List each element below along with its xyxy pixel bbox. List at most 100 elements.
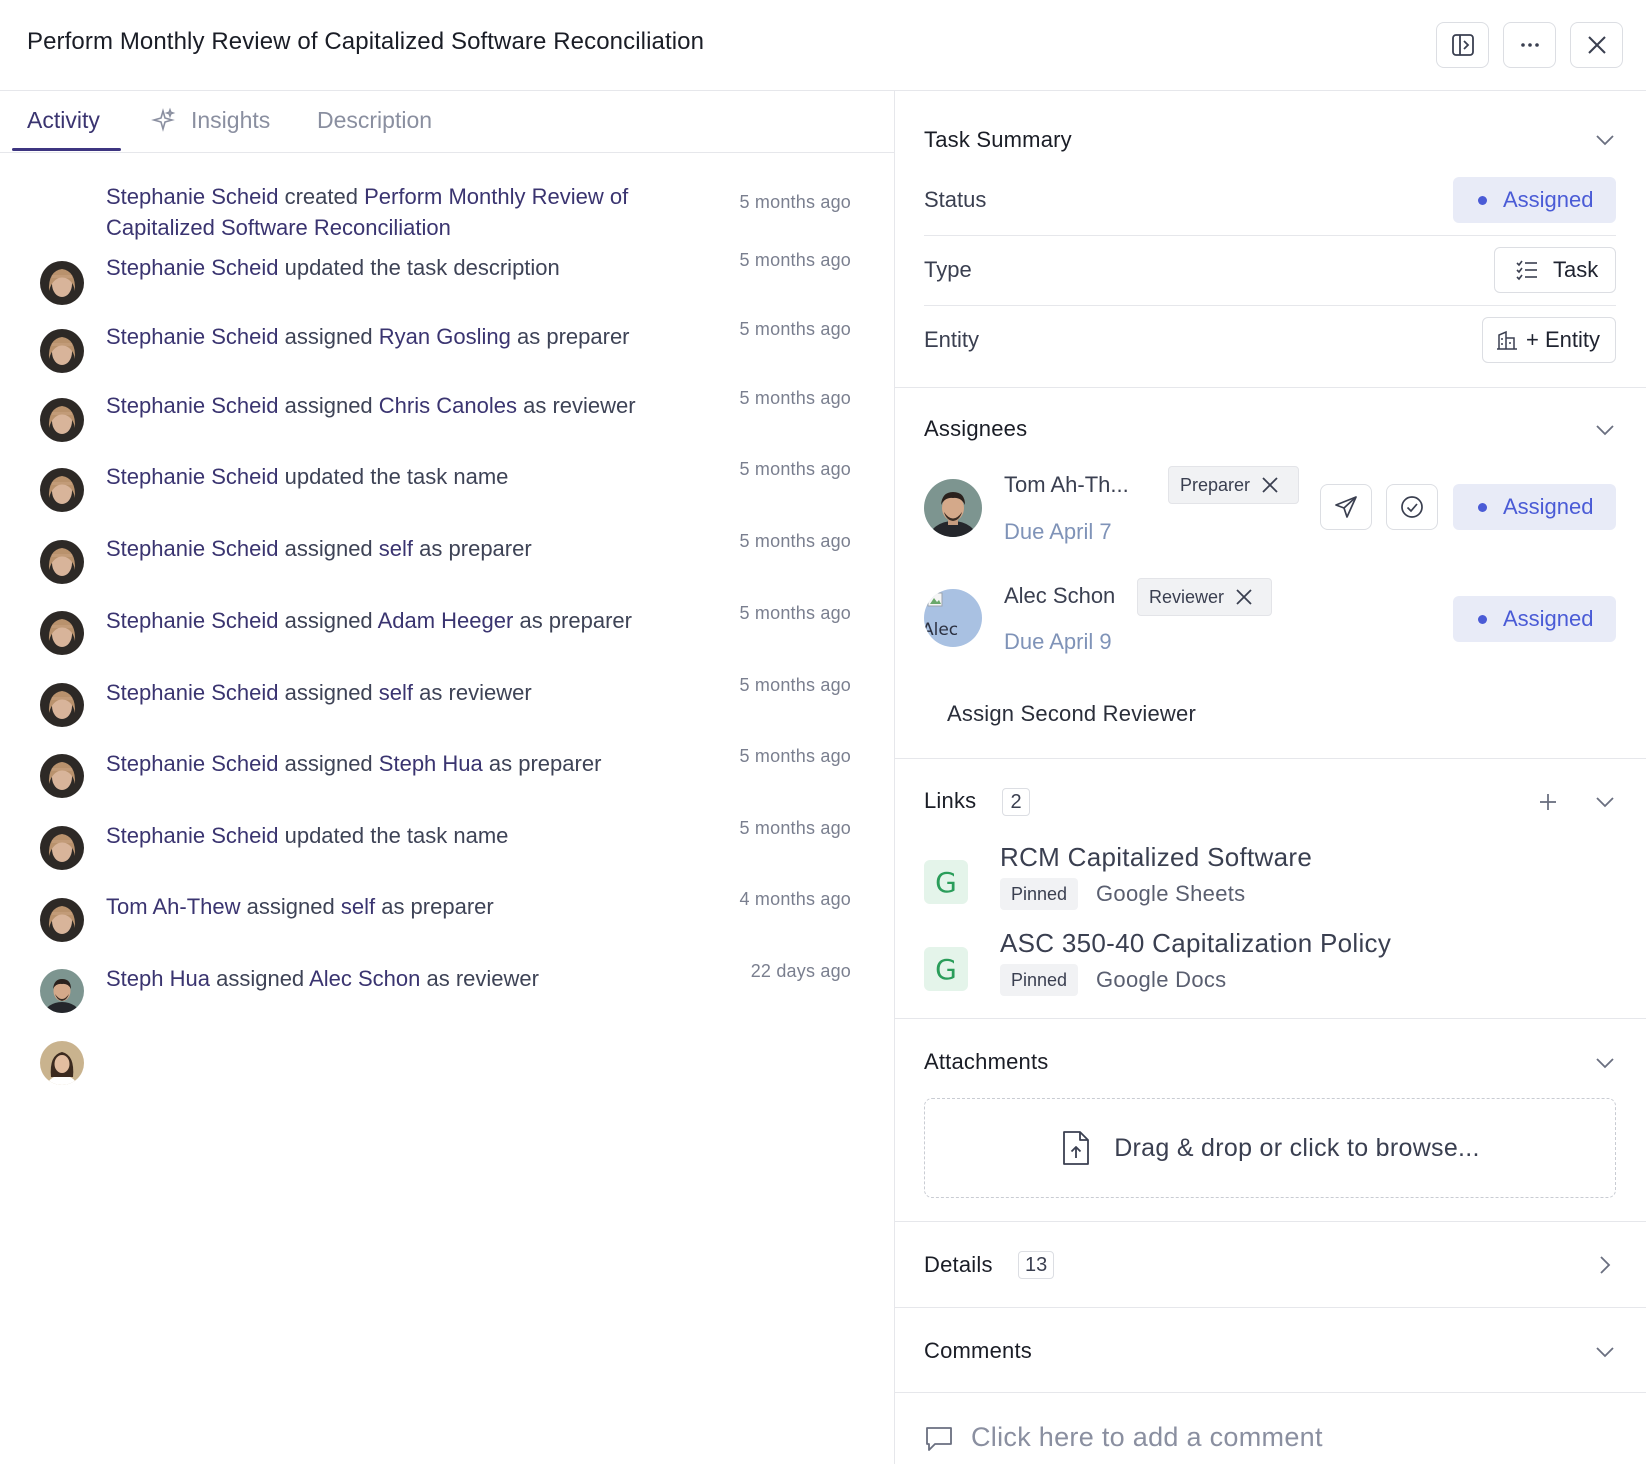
close-icon[interactable] [1234, 587, 1254, 607]
activity-target-link[interactable]: Ryan Gosling [379, 324, 511, 349]
file-upload-icon [1063, 1131, 1090, 1165]
activity-actor-link[interactable]: Stephanie Scheid [106, 464, 278, 489]
activity-suffix: as reviewer [419, 680, 532, 705]
assignee-name: Tom Ah-Th... [1004, 472, 1129, 497]
status-value: Assigned [1503, 187, 1594, 212]
avatar [40, 611, 84, 655]
link-app: Google Docs [1096, 967, 1227, 992]
tab-insights[interactable]: Insights [191, 107, 270, 134]
link-title[interactable]: RCM Capitalized Software [1000, 842, 1312, 873]
activity-actor-link[interactable]: Stephanie Scheid [106, 324, 278, 349]
entity-label: Entity [924, 327, 980, 352]
activity-actor-link[interactable]: Stephanie Scheid [106, 751, 278, 776]
activity-suffix: as preparer [381, 894, 494, 919]
chevron-down-icon[interactable] [1594, 795, 1616, 809]
activity-actor-link[interactable]: Steph Hua [106, 966, 210, 991]
close-icon[interactable] [1260, 475, 1280, 495]
activity-timestamp: 5 months ago [739, 603, 851, 623]
chevron-right-icon[interactable] [1598, 1254, 1612, 1276]
activity-text: Steph Hua assigned Alec Schon as reviewe… [106, 963, 686, 994]
activity-target-link[interactable]: self [379, 536, 413, 561]
activity-actor-link[interactable]: Stephanie Scheid [106, 680, 278, 705]
chevron-down-icon[interactable] [1594, 133, 1616, 147]
activity-actor-link[interactable]: Stephanie Scheid [106, 536, 278, 561]
activity-actor-link[interactable]: Stephanie Scheid [106, 608, 278, 633]
link-title[interactable]: ASC 350-40 Capitalization Policy [1000, 928, 1391, 959]
comments-title: Comments [924, 1338, 1032, 1363]
add-entity-button[interactable]: + Entity [1482, 317, 1616, 363]
activity-suffix: as preparer [517, 324, 630, 349]
comment-input[interactable]: Click here to add a comment [971, 1422, 1323, 1453]
more-button[interactable] [1503, 22, 1556, 68]
plus-icon[interactable] [1537, 791, 1559, 813]
avatar [924, 479, 982, 537]
activity-timestamp: 5 months ago [739, 818, 851, 838]
activity-timestamp: 22 days ago [750, 961, 851, 981]
avatar [40, 826, 84, 870]
row-divider [924, 235, 1616, 236]
attachment-dropzone[interactable]: Drag & drop or click to browse... [924, 1098, 1616, 1198]
status-badge[interactable]: Assigned [1453, 177, 1616, 223]
section-divider [895, 1018, 1646, 1019]
section-divider [895, 758, 1646, 759]
section-divider [895, 1221, 1646, 1222]
activity-actor-link[interactable]: Stephanie Scheid [106, 393, 278, 418]
activity-suffix: as reviewer [523, 393, 636, 418]
tab-description[interactable]: Description [317, 107, 432, 134]
activity-target-link[interactable]: Steph Hua [379, 751, 483, 776]
assign-second-reviewer-button[interactable]: Assign Second Reviewer [947, 701, 1196, 727]
activity-text: Stephanie Scheid assigned self as prepar… [106, 533, 686, 564]
activity-text: Stephanie Scheid assigned Ryan Gosling a… [106, 321, 686, 352]
activity-text: Stephanie Scheid updated the task name [106, 461, 686, 492]
avatar [40, 969, 84, 1013]
activity-text: Stephanie Scheid assigned Steph Hua as p… [106, 748, 686, 779]
chevron-down-icon[interactable] [1594, 1345, 1616, 1359]
assignee-status-badge[interactable]: Assigned [1453, 484, 1616, 530]
more-icon [1520, 43, 1539, 47]
avatar [40, 1041, 84, 1085]
activity-timestamp: 4 months ago [739, 889, 851, 909]
activity-target-link[interactable]: Alec Schon [309, 966, 420, 991]
activity-verb: updated the task name [284, 823, 509, 848]
activity-verb: assigned [216, 966, 305, 991]
details-title[interactable]: Details [924, 1252, 993, 1278]
assignee-status-badge[interactable]: Assigned [1453, 596, 1616, 642]
activity-target-link[interactable]: Adam Heeger [378, 608, 514, 633]
status-value: Assigned [1503, 494, 1594, 519]
assignees-title: Assignees [924, 416, 1028, 441]
activity-target-link[interactable]: Chris Canoles [379, 393, 517, 418]
activity-actor-link[interactable]: Stephanie Scheid [106, 184, 278, 209]
avatar [40, 540, 84, 584]
section-divider [895, 387, 1646, 388]
activity-actor-link[interactable]: Stephanie Scheid [106, 255, 278, 280]
approve-button[interactable] [1386, 484, 1438, 530]
section-divider [895, 1307, 1646, 1308]
avatar [40, 398, 84, 442]
sparkle-icon [151, 107, 176, 132]
sidebar-toggle-button[interactable] [1436, 22, 1489, 68]
avatar [40, 754, 84, 798]
activity-timestamp: 5 months ago [739, 459, 851, 479]
activity-target-link[interactable]: self [341, 894, 375, 919]
activity-text: Stephanie Scheid created Perform Monthly… [106, 181, 686, 243]
chevron-down-icon[interactable] [1594, 1056, 1616, 1070]
activity-timestamp: 5 months ago [739, 319, 851, 339]
chevron-down-icon[interactable] [1594, 423, 1616, 437]
status-label: Status [924, 187, 987, 212]
dropzone-text: Drag & drop or click to browse... [1114, 1133, 1480, 1162]
activity-verb: updated the task description [284, 255, 560, 280]
activity-timestamp: 5 months ago [739, 675, 851, 695]
tab-activity[interactable]: Activity [27, 107, 100, 134]
send-button[interactable] [1320, 484, 1372, 530]
activity-verb: assigned [284, 536, 373, 561]
activity-text: Stephanie Scheid updated the task descri… [106, 252, 686, 283]
activity-target-link[interactable]: self [379, 680, 413, 705]
close-button[interactable] [1570, 22, 1623, 68]
activity-actor-link[interactable]: Stephanie Scheid [106, 823, 278, 848]
section-divider [895, 1392, 1646, 1393]
type-button[interactable]: Task [1494, 247, 1616, 293]
activity-suffix: as reviewer [426, 966, 539, 991]
links-count: 2 [1002, 788, 1030, 816]
role-chip-preparer: Preparer [1168, 466, 1299, 504]
activity-actor-link[interactable]: Tom Ah-Thew [106, 894, 241, 919]
